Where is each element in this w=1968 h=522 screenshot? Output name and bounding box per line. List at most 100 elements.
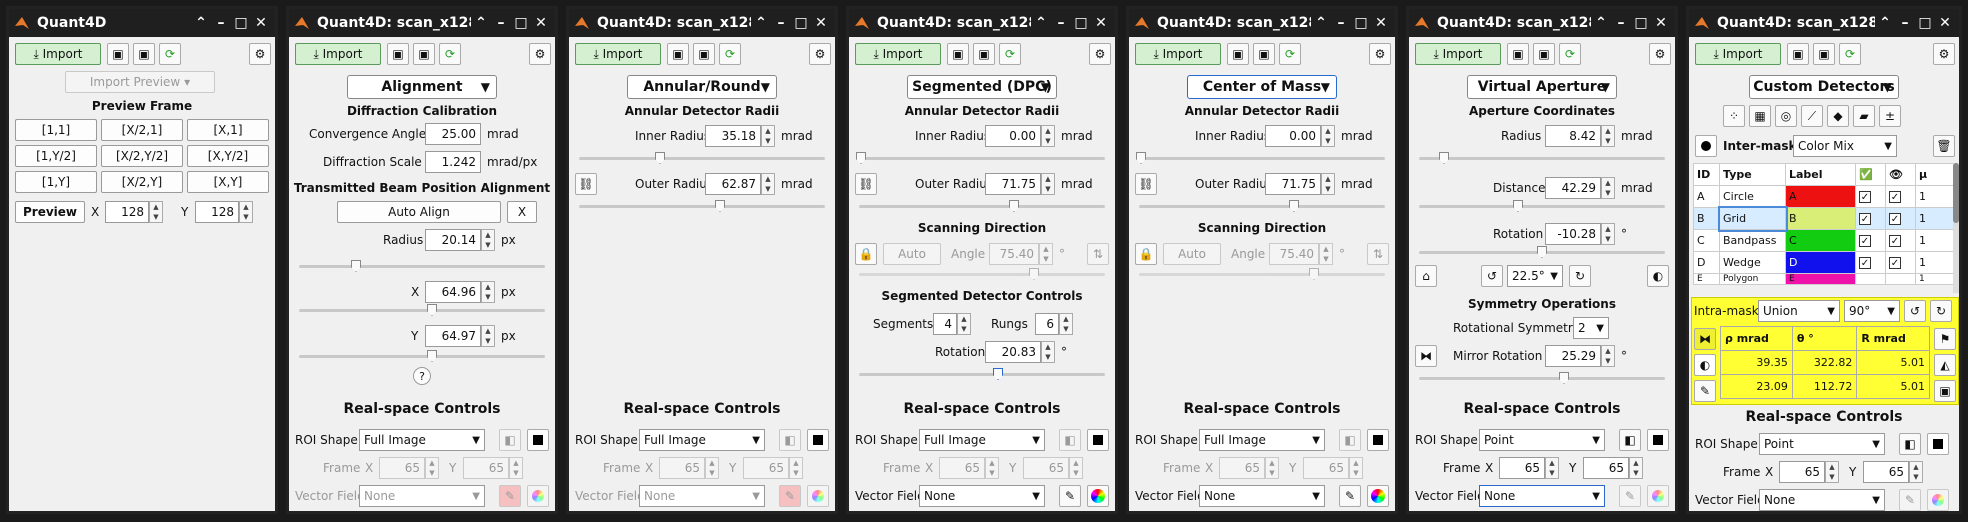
- preview-y-field[interactable]: 128: [195, 201, 239, 223]
- frame-y-stepper[interactable]: ▲ ▼: [1349, 457, 1363, 479]
- align-y-stepper[interactable]: ▲ ▼: [481, 325, 495, 347]
- y-stepper[interactable]: ▲ ▼: [239, 201, 253, 223]
- close-icon[interactable]: ✕: [1091, 15, 1111, 31]
- table-row[interactable]: A Circle A ✓ ✓ 1: [1693, 185, 1955, 208]
- rotate-cw-icon[interactable]: ↻: [1569, 265, 1591, 287]
- frame-x-stepper[interactable]: ▲ ▼: [985, 457, 999, 479]
- intra-mask-dropdown[interactable]: Union ▼: [1758, 300, 1840, 322]
- brush-icon[interactable]: ✎: [1694, 380, 1716, 402]
- row-label[interactable]: A: [1785, 185, 1856, 208]
- inner-radius-field[interactable]: 0.00: [1265, 125, 1321, 147]
- gear-icon[interactable]: ⚙: [249, 43, 271, 65]
- title-bar[interactable]: Quant4D: scan_x128_ ⌃ – □ ✕: [1689, 9, 1959, 37]
- slider-thumb[interactable]: [427, 350, 437, 362]
- slider-thumb[interactable]: [1029, 268, 1039, 280]
- rotate-cw-icon[interactable]: ↻: [1930, 300, 1952, 322]
- inner-radius-stepper[interactable]: ▲ ▼: [1041, 125, 1055, 147]
- outer-radius-stepper[interactable]: ▲ ▼: [1321, 173, 1335, 195]
- row-visible-checkbox[interactable]: [1885, 273, 1916, 285]
- gear-icon[interactable]: ⚙: [809, 43, 831, 65]
- segments-field[interactable]: 4: [933, 313, 957, 335]
- radius-field[interactable]: 20.14: [425, 229, 481, 251]
- roi-shape-dropdown[interactable]: Full Image ▼: [639, 429, 765, 451]
- theta-cell[interactable]: 322.82: [1791, 350, 1858, 375]
- outer-radius-slider[interactable]: [579, 200, 825, 212]
- table-scrollbar[interactable]: [1953, 163, 1959, 293]
- save-as-icon[interactable]: ▣: [973, 43, 995, 65]
- vector-brush-icon[interactable]: ✎: [1339, 485, 1361, 507]
- roi-shape-dropdown[interactable]: Point ▼: [1479, 429, 1605, 451]
- row-visible-checkbox[interactable]: ✓: [1885, 251, 1916, 274]
- align-x-stepper[interactable]: ▲ ▼: [481, 281, 495, 303]
- row-visible-checkbox[interactable]: ✓: [1885, 229, 1916, 252]
- colorwheel-icon[interactable]: [1087, 485, 1109, 507]
- maximize-icon[interactable]: □: [1631, 15, 1651, 31]
- inner-radius-slider[interactable]: [856, 152, 1105, 164]
- flip-axes-icon[interactable]: ⇅: [1367, 243, 1389, 265]
- frame-button[interactable]: [1,1]: [15, 119, 97, 141]
- slider-thumb[interactable]: [351, 260, 361, 272]
- x-stepper[interactable]: ▲ ▼: [149, 201, 163, 223]
- aperture-rotation-field[interactable]: -10.28: [1545, 223, 1601, 245]
- link-radii-icon[interactable]: ⛓: [575, 173, 597, 195]
- frame-y-field[interactable]: 65: [743, 457, 789, 479]
- slider-thumb[interactable]: [1513, 200, 1523, 212]
- row-enabled-checkbox[interactable]: [1855, 273, 1886, 285]
- import-preview-dropdown[interactable]: Import Preview ▾: [65, 71, 215, 93]
- row-label[interactable]: C: [1785, 229, 1856, 252]
- import-button[interactable]: ⤓ Import: [1695, 43, 1781, 65]
- angle-field[interactable]: 75.40: [989, 243, 1039, 265]
- refresh-icon[interactable]: ⟳: [159, 43, 181, 65]
- aperture-radius-stepper[interactable]: ▲ ▼: [1601, 125, 1615, 147]
- minimize-icon[interactable]: –: [1051, 15, 1071, 31]
- invert-mask-icon[interactable]: ◐: [1694, 354, 1716, 376]
- maximize-icon[interactable]: □: [1351, 15, 1371, 31]
- save-icon[interactable]: ▣: [387, 43, 409, 65]
- vector-brush-icon[interactable]: ✎: [1059, 485, 1081, 507]
- row-mu[interactable]: 1: [1915, 185, 1955, 208]
- gear-icon[interactable]: ⚙: [1369, 43, 1391, 65]
- frame-x-field[interactable]: 65: [939, 457, 985, 479]
- ring-tool-icon[interactable]: ◎: [1775, 105, 1797, 127]
- save-icon[interactable]: ▣: [107, 43, 129, 65]
- row-mu[interactable]: 1: [1915, 229, 1955, 252]
- align-x-slider[interactable]: [299, 304, 545, 316]
- lock-icon[interactable]: 🔒: [855, 243, 877, 265]
- roi-invert-icon[interactable]: ◧: [779, 429, 801, 451]
- colorwheel-icon[interactable]: [807, 485, 829, 507]
- outer-radius-slider[interactable]: [859, 200, 1105, 212]
- angle-field[interactable]: 75.40: [1269, 243, 1319, 265]
- colorwheel-icon[interactable]: [1367, 485, 1389, 507]
- frame-x-field[interactable]: 65: [1779, 461, 1825, 483]
- roi-invert-icon[interactable]: ◧: [1339, 429, 1361, 451]
- auto-direction-button[interactable]: Auto: [883, 243, 941, 265]
- aperture-rotation-slider[interactable]: [1419, 246, 1665, 258]
- point-tool-icon[interactable]: ⁘: [1723, 105, 1745, 127]
- mode-dropdown[interactable]: Center of Mass ▼: [1187, 75, 1337, 99]
- preview-button[interactable]: Preview: [15, 201, 85, 223]
- roi-invert-icon[interactable]: ◧: [1619, 429, 1641, 451]
- radius-stepper[interactable]: ▲ ▼: [481, 229, 495, 251]
- save-as-icon[interactable]: ▣: [693, 43, 715, 65]
- vector-field-dropdown[interactable]: None ▼: [1479, 485, 1605, 507]
- frame-y-field[interactable]: 65: [1583, 457, 1629, 479]
- roi-shape-dropdown[interactable]: Full Image ▼: [1199, 429, 1325, 451]
- aperture-rotation-stepper[interactable]: ▲ ▼: [1601, 223, 1615, 245]
- import-button[interactable]: ⤓ Import: [1415, 43, 1501, 65]
- contrast-icon[interactable]: ◐: [1647, 265, 1669, 287]
- home-icon[interactable]: ⌂: [1415, 265, 1437, 287]
- auto-align-button[interactable]: Auto Align: [337, 201, 501, 223]
- minimize-icon[interactable]: –: [1895, 15, 1915, 31]
- align-y-field[interactable]: 64.97: [425, 325, 481, 347]
- inner-radius-slider[interactable]: [579, 152, 825, 164]
- link-radii-icon[interactable]: ⛓: [1135, 173, 1157, 195]
- table-row[interactable]: B Grid B ✓ ✓ 1: [1693, 205, 1955, 232]
- refresh-icon[interactable]: ⟳: [1279, 43, 1301, 65]
- slider-thumb[interactable]: [655, 152, 665, 164]
- maximize-icon[interactable]: □: [231, 15, 251, 31]
- mirror-rotation-slider[interactable]: [1419, 372, 1665, 384]
- vector-field-dropdown[interactable]: None ▼: [639, 485, 765, 507]
- frame-x-field[interactable]: 65: [1499, 457, 1545, 479]
- roi-invert-icon[interactable]: ◧: [1899, 433, 1921, 455]
- refresh-icon[interactable]: ⟳: [719, 43, 741, 65]
